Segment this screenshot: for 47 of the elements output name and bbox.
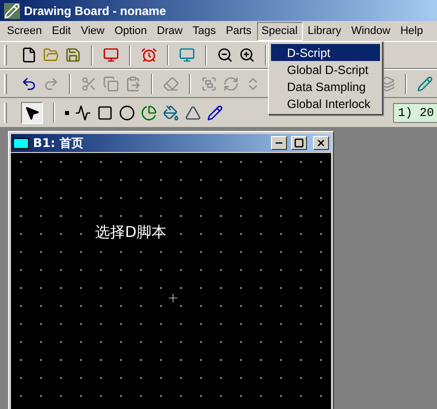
window-title: Drawing Board - noname — [24, 2, 166, 20]
canvas-text: 选择D脚本 — [95, 222, 167, 243]
menu-item[interactable]: Option — [109, 22, 152, 40]
dropdown-item[interactable]: Global Interlock — [271, 95, 380, 112]
minimize-button[interactable] — [271, 136, 287, 150]
zoom-out-icon[interactable] — [217, 47, 233, 63]
close-button[interactable] — [313, 136, 329, 150]
menu-item[interactable]: Parts — [220, 22, 257, 40]
menu-item[interactable]: Tags — [188, 22, 221, 40]
pointer-icon — [24, 104, 40, 120]
app-icon — [4, 2, 20, 18]
point-icon[interactable] — [65, 110, 69, 114]
monitor-icon[interactable] — [179, 47, 195, 63]
polygon-icon[interactable] — [185, 104, 201, 120]
fill-icon[interactable] — [163, 104, 179, 120]
circle-icon[interactable] — [119, 104, 135, 120]
polyline-icon[interactable] — [75, 104, 91, 120]
pen-icon[interactable] — [417, 76, 433, 92]
new-file-icon[interactable] — [21, 47, 37, 63]
maximize-icon — [294, 138, 304, 148]
folder-icon[interactable] — [43, 47, 59, 63]
dropdown-item[interactable]: Data Sampling — [271, 78, 380, 95]
pointer-tool-button[interactable] — [21, 102, 43, 124]
child-window-title: B1: 首页 — [33, 135, 84, 152]
menu-item[interactable]: Draw — [152, 22, 188, 40]
menu-item[interactable]: Library — [302, 22, 346, 40]
zoom-in-icon[interactable] — [239, 47, 255, 63]
menu-item[interactable]: Screen — [2, 22, 47, 40]
connect-icon[interactable] — [103, 47, 119, 63]
menu-item[interactable]: Help — [395, 22, 428, 40]
pie-icon[interactable] — [141, 104, 157, 120]
value-field[interactable]: 1) 20 — [393, 102, 437, 122]
window-icon — [13, 138, 29, 148]
rectangle-icon[interactable] — [97, 104, 113, 120]
menu-item[interactable]: Edit — [46, 22, 76, 40]
dropdown-item[interactable]: D-Script — [271, 44, 380, 61]
undo-icon[interactable] — [21, 76, 37, 92]
close-icon — [316, 138, 326, 148]
maximize-button[interactable] — [291, 136, 307, 150]
save-icon[interactable] — [65, 47, 81, 63]
menu-item[interactable]: Window — [346, 22, 396, 40]
crosshair-icon — [166, 291, 180, 305]
menu-item[interactable]: Special — [256, 22, 303, 40]
alarm-clock-icon[interactable] — [141, 47, 157, 63]
dropdown-item[interactable]: Global D-Script — [271, 61, 380, 78]
menu-item[interactable]: View — [76, 22, 110, 40]
pencil-icon[interactable] — [207, 104, 223, 120]
